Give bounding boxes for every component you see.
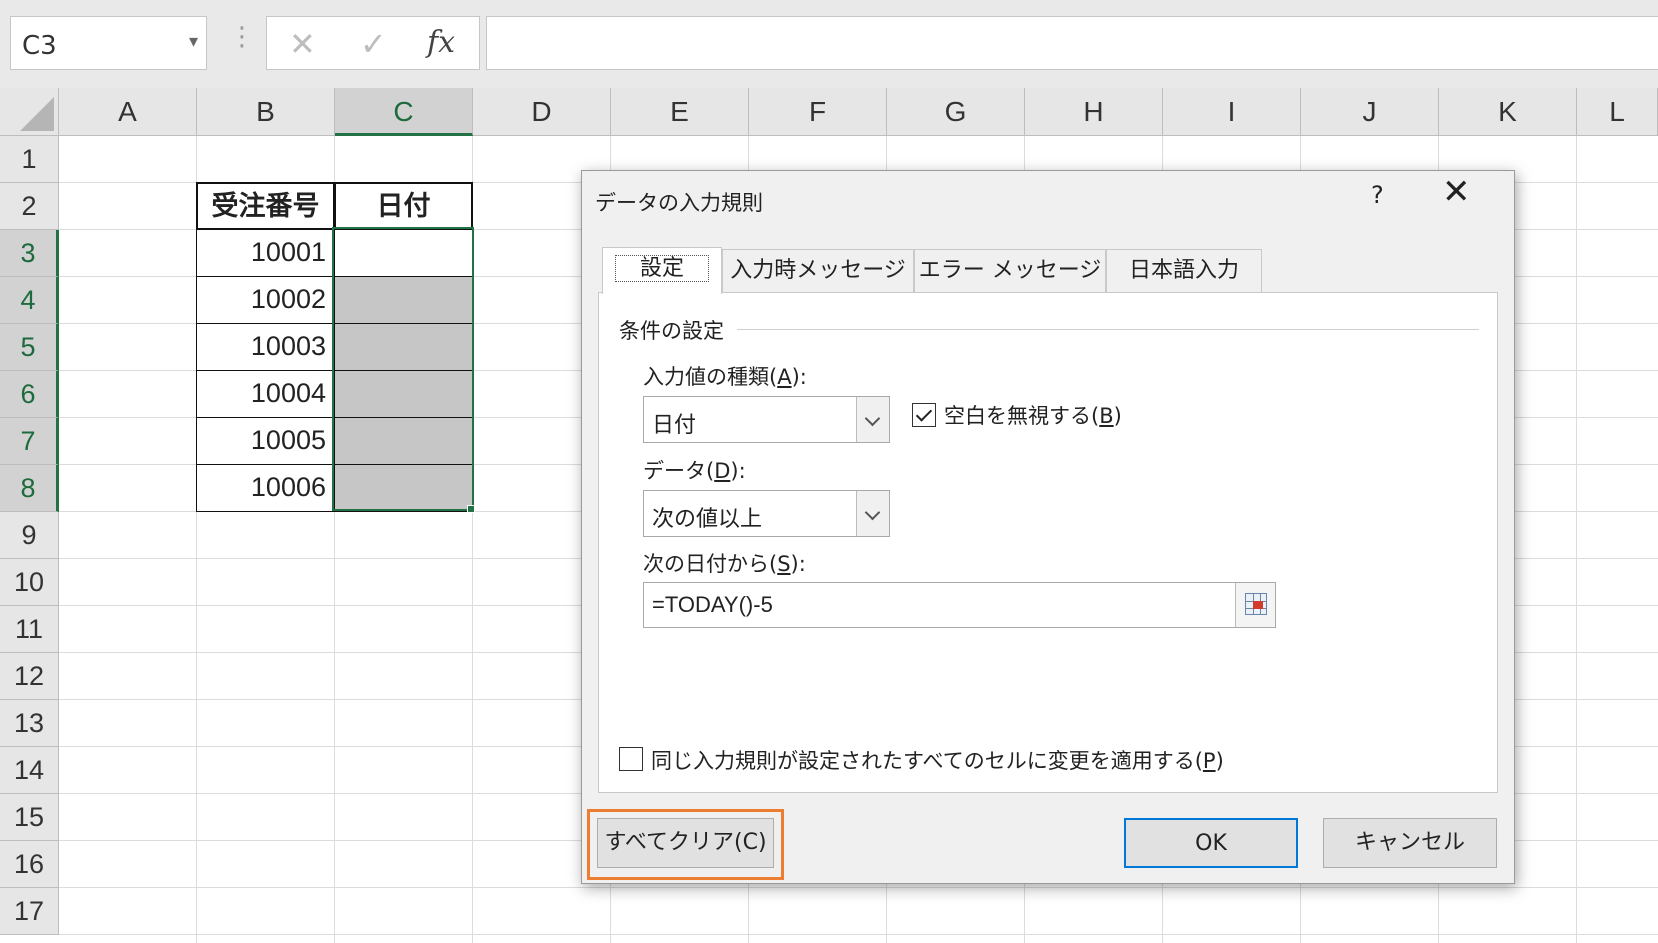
- gridline-vertical: [1576, 136, 1577, 943]
- column-header-l[interactable]: L: [1577, 88, 1658, 136]
- column-header-j[interactable]: J: [1301, 88, 1439, 136]
- allow-label: 入力値の種類(A):: [643, 365, 807, 389]
- date-cell[interactable]: [334, 276, 473, 324]
- chevron-down-icon[interactable]: [856, 491, 889, 536]
- table-header-date[interactable]: 日付: [334, 182, 473, 230]
- table-header-order-no[interactable]: 受注番号: [196, 182, 335, 230]
- row-header-2[interactable]: 2: [0, 183, 59, 230]
- cancel-icon[interactable]: ✕: [289, 25, 316, 63]
- row-header-10[interactable]: 10: [0, 559, 59, 606]
- data-operator-select[interactable]: 次の値以上: [643, 490, 890, 537]
- tab-ime[interactable]: 日本語入力: [1106, 249, 1262, 293]
- row-header-13[interactable]: 13: [0, 700, 59, 747]
- clear-all-button[interactable]: すべてクリア(C): [597, 818, 774, 868]
- row-header-5[interactable]: 5: [0, 324, 59, 371]
- date-cell[interactable]: [334, 417, 473, 465]
- row-header-3[interactable]: 3: [0, 230, 59, 277]
- row-header-17[interactable]: 17: [0, 888, 59, 935]
- order-number-cell[interactable]: 10001: [196, 229, 335, 277]
- column-header-h[interactable]: H: [1025, 88, 1163, 136]
- row-header-14[interactable]: 14: [0, 747, 59, 794]
- row-header-12[interactable]: 12: [0, 653, 59, 700]
- date-cell[interactable]: [334, 464, 473, 512]
- order-number-cell[interactable]: 10003: [196, 323, 335, 371]
- column-header-k[interactable]: K: [1439, 88, 1577, 136]
- row-header-7[interactable]: 7: [0, 418, 59, 465]
- order-number-cell[interactable]: 10002: [196, 276, 335, 324]
- more-vertical-icon[interactable]: ⋮: [229, 24, 255, 50]
- order-number-cell[interactable]: 10006: [196, 464, 335, 512]
- row-header-6[interactable]: 6: [0, 371, 59, 418]
- apply-all-checkbox[interactable]: [619, 747, 643, 771]
- ignore-blank-checkbox[interactable]: [912, 403, 936, 427]
- row-header-11[interactable]: 11: [0, 606, 59, 653]
- row-header-9[interactable]: 9: [0, 512, 59, 559]
- enter-check-icon[interactable]: ✓: [360, 25, 387, 63]
- chevron-down-icon[interactable]: ▾: [189, 31, 198, 52]
- row-header-16[interactable]: 16: [0, 841, 59, 888]
- formula-input[interactable]: [486, 16, 1658, 70]
- allow-select[interactable]: 日付: [643, 396, 890, 443]
- column-header-e[interactable]: E: [611, 88, 749, 136]
- help-icon[interactable]: ?: [1371, 181, 1384, 209]
- column-header-i[interactable]: I: [1163, 88, 1301, 136]
- date-cell[interactable]: [334, 370, 473, 418]
- column-header-a[interactable]: A: [59, 88, 197, 136]
- insert-function-icon[interactable]: fx: [427, 25, 455, 60]
- tab-settings[interactable]: 設定: [602, 247, 722, 294]
- group-label: 条件の設定: [619, 319, 724, 343]
- name-box-value: C3: [22, 31, 57, 61]
- ok-button[interactable]: OK: [1124, 818, 1298, 868]
- tab-input-message[interactable]: 入力時メッセージ: [722, 249, 914, 293]
- order-number-cell[interactable]: 10004: [196, 370, 335, 418]
- select-all-corner[interactable]: [0, 88, 59, 136]
- row-header-15[interactable]: 15: [0, 794, 59, 841]
- date-cell[interactable]: [334, 323, 473, 371]
- name-box[interactable]: C3 ▾: [10, 16, 207, 70]
- formula-bar: C3 ▾ ⋮ ✕ ✓ fx: [0, 0, 1658, 88]
- ignore-blank-label: 空白を無視する(B): [944, 404, 1122, 428]
- column-header-d[interactable]: D: [473, 88, 611, 136]
- row-header-1[interactable]: 1: [0, 136, 59, 183]
- apply-all-label: 同じ入力規則が設定されたすべてのセルに変更を適用する(P): [651, 749, 1224, 773]
- column-header-g[interactable]: G: [887, 88, 1025, 136]
- group-divider: [737, 329, 1479, 330]
- column-header-c[interactable]: C: [335, 88, 473, 136]
- settings-panel: 条件の設定 入力値の種類(A): 日付 空白を無視する(B) データ(D): 次…: [598, 292, 1498, 793]
- order-number-cell[interactable]: 10005: [196, 417, 335, 465]
- cancel-button[interactable]: キャンセル: [1323, 818, 1497, 868]
- row-header-8[interactable]: 8: [0, 465, 59, 512]
- row-header-4[interactable]: 4: [0, 277, 59, 324]
- data-validation-dialog: データの入力規則 ? ✕ 設定 入力時メッセージ エラー メッセージ 日本語入力…: [581, 170, 1515, 884]
- data-label: データ(D):: [643, 459, 746, 483]
- column-header-b[interactable]: B: [197, 88, 335, 136]
- active-cell-c3[interactable]: [334, 229, 473, 277]
- start-date-input[interactable]: =TODAY()-5: [643, 582, 1276, 628]
- column-header-f[interactable]: F: [749, 88, 887, 136]
- gridline-horizontal: [59, 887, 1658, 888]
- fill-handle[interactable]: [467, 505, 475, 513]
- tab-error-message[interactable]: エラー メッセージ: [914, 249, 1106, 293]
- gridline-horizontal: [59, 934, 1658, 935]
- close-icon[interactable]: ✕: [1442, 175, 1471, 209]
- formula-buttons: ✕ ✓ fx: [266, 16, 480, 70]
- dialog-title: データの入力規則: [595, 191, 763, 215]
- start-date-label: 次の日付から(S):: [643, 552, 806, 576]
- range-select-icon[interactable]: [1235, 583, 1275, 627]
- chevron-down-icon[interactable]: [856, 397, 889, 442]
